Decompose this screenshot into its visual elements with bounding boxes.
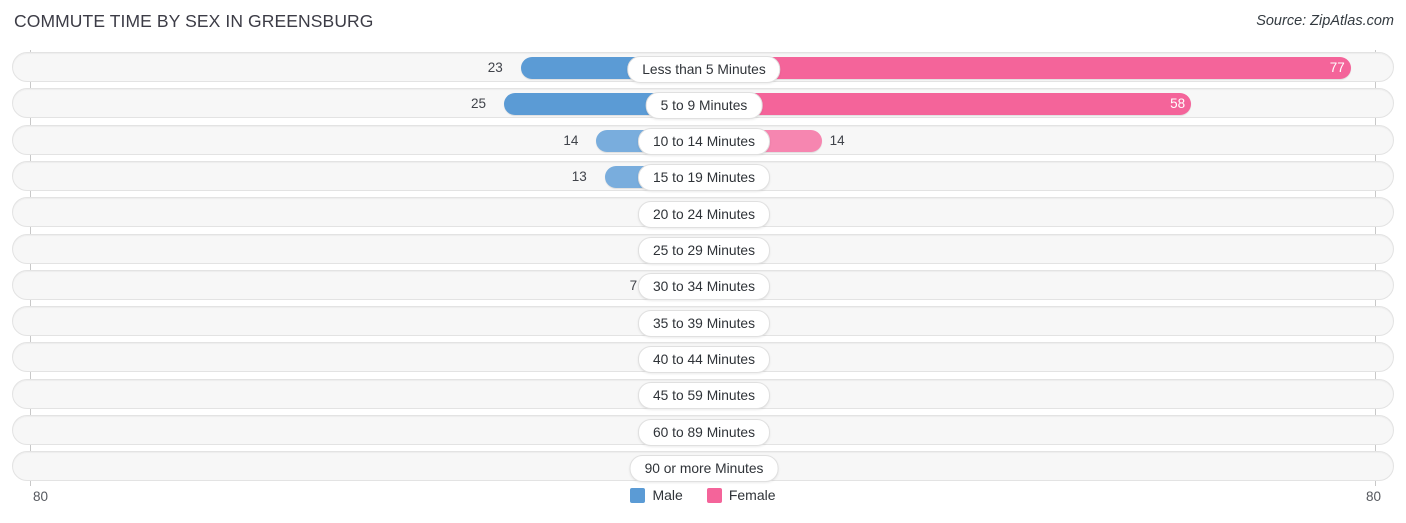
legend-label-female: Female: [728, 487, 776, 503]
table-row[interactable]: 6320 to 24 Minutes: [12, 197, 1394, 228]
table-row[interactable]: 0290 or more Minutes: [12, 451, 1394, 482]
category-label: 90 or more Minutes: [629, 454, 779, 482]
table-row[interactable]: 25 58 5 to 9 Minutes: [12, 88, 1394, 119]
source-attribution: Source: ZipAtlas.com: [1256, 13, 1394, 29]
bar-value-female: 77: [1329, 60, 1345, 75]
chart-root: COMMUTE TIME BY SEX IN GREENSBURG Source…: [0, 0, 1406, 523]
table-row[interactable]: 2345 to 59 Minutes: [12, 378, 1394, 410]
bar-value-male: 7: [629, 277, 638, 293]
chart-legend: Male Female: [0, 487, 1406, 503]
table-row[interactable]: 3035 to 39 Minutes: [12, 306, 1394, 337]
category-label: 25 to 29 Minutes: [637, 237, 771, 264]
table-row[interactable]: 4525 to 29 Minutes: [12, 233, 1394, 264]
category-label: Less than 5 Minutes: [627, 55, 781, 83]
legend-item-female[interactable]: Female: [706, 487, 776, 503]
category-label: 35 to 39 Minutes: [637, 309, 771, 337]
category-label: 20 to 24 Minutes: [637, 200, 771, 228]
plot-area: 23 77 Less than 5 Minutes 25 58 5 to 9 Minute…: [0, 50, 1406, 486]
bar-value-male: 25: [470, 96, 486, 112]
category-label: 15 to 19 Minutes: [637, 164, 771, 192]
table-row[interactable]: 14 14 10 to 14 Minutes: [12, 124, 1394, 156]
table-row[interactable]: 0660 to 89 Minutes: [12, 415, 1394, 446]
bar-value-female: 58: [1170, 96, 1186, 112]
category-label: 45 to 59 Minutes: [637, 382, 771, 410]
table-row[interactable]: 7230 to 34 Minutes: [12, 269, 1394, 301]
category-label: 10 to 14 Minutes: [637, 128, 771, 156]
category-label: 5 to 9 Minutes: [645, 91, 763, 119]
legend-swatch-female-icon: [706, 487, 722, 503]
table-row[interactable]: 6040 to 44 Minutes: [12, 342, 1394, 373]
bar-value-male: 13: [571, 168, 587, 184]
legend-label-male: Male: [652, 487, 683, 503]
page-title: COMMUTE TIME BY SEX IN GREENSBURG: [14, 11, 374, 31]
bar-value-male: 23: [487, 60, 503, 75]
legend-swatch-male-icon: [630, 487, 646, 503]
legend-item-male[interactable]: Male: [630, 487, 683, 503]
bar-female[interactable]: [704, 57, 1351, 79]
table-row[interactable]: 23 77 Less than 5 Minutes: [12, 52, 1394, 83]
category-label: 40 to 44 Minutes: [637, 345, 771, 373]
category-label: 60 to 89 Minutes: [637, 418, 771, 446]
bar-value-male: 14: [563, 132, 579, 148]
category-label: 30 to 34 Minutes: [637, 273, 771, 301]
bar-female[interactable]: [704, 93, 1192, 116]
bar-value-female: 14: [829, 132, 845, 148]
table-row[interactable]: 13415 to 19 Minutes: [12, 160, 1394, 192]
